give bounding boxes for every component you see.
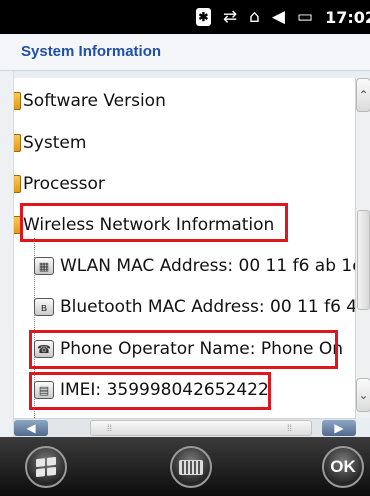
folder-icon	[14, 216, 21, 234]
tree-item-label: IMEI: 359998042652422	[60, 380, 269, 400]
tree-item-software-version[interactable]: Software Version	[14, 86, 166, 116]
bluetooth-icon[interactable]: ✱	[195, 8, 211, 26]
bottom-bar: OK	[0, 437, 370, 496]
title-bar: System Information	[0, 34, 370, 71]
battery-icon[interactable]: ▭	[297, 8, 313, 26]
scroll-left-button[interactable]: ◀	[14, 420, 48, 436]
tree-item-wireless-network-information[interactable]: Wireless Network Information	[14, 210, 274, 240]
tree-item-label: Phone Operator Name: Phone On	[60, 339, 344, 359]
page-title: System Information	[21, 43, 162, 60]
phone-icon: ☎	[34, 340, 54, 358]
scroll-down-button[interactable]: ⌄	[356, 378, 370, 412]
folder-icon	[14, 92, 21, 110]
tree-item-processor[interactable]: Processor	[14, 169, 105, 199]
horizontal-scroll-thumb[interactable]: ⁞⁞ ⁞⁞	[90, 420, 312, 436]
tree-item-label: Software Version	[23, 91, 166, 111]
tree-item-bluetooth-mac[interactable]: ʙ Bluetooth MAC Address: 00 11 f6 41	[34, 292, 356, 322]
scroll-right-button[interactable]: ▶	[322, 420, 356, 436]
bluetooth-device-icon: ʙ	[34, 298, 54, 316]
vertical-scroll-thumb[interactable]	[357, 210, 370, 310]
tree-item-label: Processor	[23, 174, 105, 194]
status-bar: ✱ ⇄ ⌂ ◀ ▭ 17:02	[0, 0, 370, 34]
tree-item-label: WLAN MAC Address: 00 11 f6 ab 1e	[60, 256, 356, 276]
network-card-icon: ▦	[34, 257, 54, 275]
vertical-scrollbar[interactable]: ⌃ ⌄	[355, 78, 370, 418]
tree-item-phone-operator[interactable]: ☎ Phone Operator Name: Phone On	[34, 334, 343, 364]
info-tree[interactable]: Software Version System Processor Wirele…	[14, 78, 356, 418]
windows-start-icon	[36, 456, 56, 478]
volume-icon[interactable]: ◀	[272, 8, 285, 26]
sim-card-icon: ▤	[34, 381, 54, 399]
tree-item-imei[interactable]: ▤ IMEI: 359998042652422	[34, 375, 269, 405]
keyboard-button[interactable]	[170, 446, 212, 488]
keyboard-icon	[179, 459, 203, 475]
ok-button[interactable]: OK	[322, 446, 364, 488]
folder-icon	[14, 175, 21, 193]
tree-item-system[interactable]: System	[14, 128, 86, 158]
tree-item-label: System	[23, 133, 87, 153]
horizontal-scrollbar[interactable]: ◀ ⁞⁞ ⁞⁞ ▶	[14, 418, 356, 437]
tree-item-label: Bluetooth MAC Address: 00 11 f6 41	[60, 297, 356, 317]
ok-label: OK	[330, 457, 356, 476]
windows-start-button[interactable]	[25, 446, 67, 488]
tree-item-label: Wireless Network Information	[23, 215, 275, 235]
data-transfer-icon[interactable]: ⇄	[223, 8, 237, 26]
scroll-up-button[interactable]: ⌃	[356, 78, 370, 112]
tree-item-wlan-mac[interactable]: ▦ WLAN MAC Address: 00 11 f6 ab 1e	[34, 251, 356, 281]
clock[interactable]: 17:02	[325, 8, 370, 27]
folder-icon	[14, 134, 21, 152]
signal-icon[interactable]: ⌂	[249, 8, 260, 26]
left-margin	[0, 71, 14, 437]
